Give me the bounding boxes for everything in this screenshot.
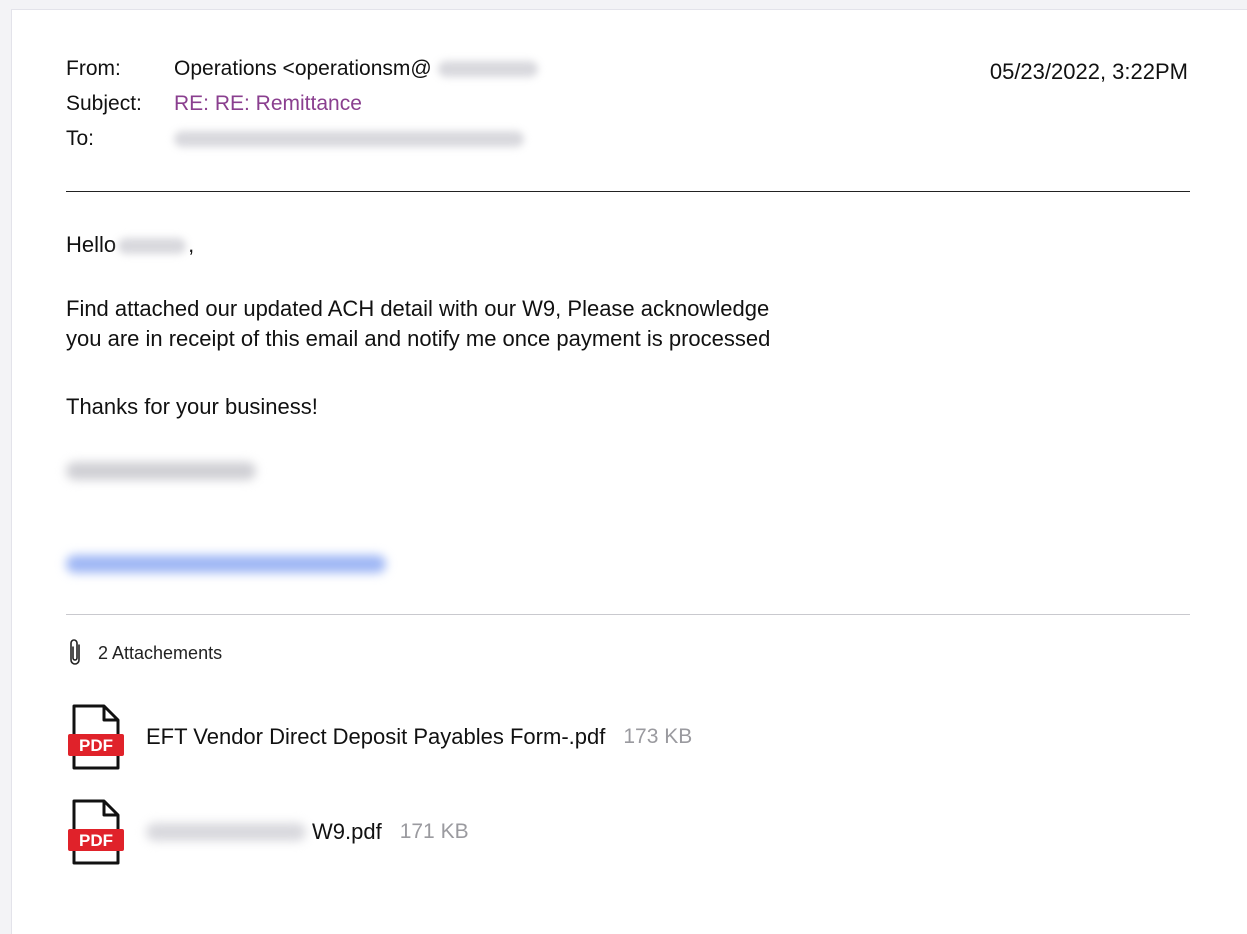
from-value[interactable]: Operations <operationsm@ — [174, 57, 432, 81]
email-date: 05/23/2022, 3:22PM — [989, 59, 1188, 84]
redacted-signature — [66, 462, 256, 480]
attachment-size: 171 KB — [399, 820, 469, 843]
subject-value: RE: RE: Remittance — [174, 92, 362, 115]
attachments-header: 2 Attachements — [66, 638, 222, 668]
attachment-item[interactable]: PDF W9.pdf 171 KB — [68, 799, 469, 865]
greeting: Hello, — [66, 230, 194, 260]
subject-label: Subject: — [66, 92, 142, 115]
pdf-file-icon: PDF — [68, 799, 124, 865]
attachment-name[interactable]: W9.pdf — [312, 819, 382, 845]
redacted-filename — [146, 823, 306, 841]
redacted-recipient — [174, 131, 524, 147]
redacted-name — [118, 238, 187, 255]
from-label: From: — [66, 57, 121, 80]
attachments-divider — [66, 614, 1190, 615]
closing-text: Thanks for your business! — [66, 394, 318, 419]
redacted-link[interactable] — [66, 555, 386, 573]
message-paragraph: Find attached our updated ACH detail wit… — [66, 294, 770, 354]
subject-row: Subject: RE: RE: Remittance — [66, 92, 362, 116]
paragraph-line-1: Find attached our updated ACH detail wit… — [66, 296, 770, 321]
attachment-size: 173 KB — [623, 725, 693, 748]
email-view: From: Operations <operationsm@ 05/23/202… — [11, 9, 1247, 934]
to-label: To: — [66, 127, 95, 150]
pdf-file-icon: PDF — [68, 704, 124, 770]
from-row: From: Operations <operationsm@ — [66, 57, 538, 81]
pdf-badge: PDF — [79, 736, 113, 755]
greeting-suffix: , — [188, 232, 195, 257]
paperclip-icon — [70, 639, 80, 665]
pdf-badge: PDF — [79, 831, 113, 850]
attachments-count: 2 Attachements — [98, 642, 223, 663]
attachment-name[interactable]: EFT Vendor Direct Deposit Payables Form-… — [146, 724, 605, 750]
redacted-domain — [437, 61, 538, 77]
paragraph-line-2: you are in receipt of this email and not… — [66, 326, 771, 351]
to-row: To: — [66, 127, 524, 151]
greeting-prefix: Hello — [66, 232, 117, 257]
header-divider — [66, 191, 1190, 192]
attachment-item[interactable]: PDF EFT Vendor Direct Deposit Payables F… — [68, 704, 692, 770]
